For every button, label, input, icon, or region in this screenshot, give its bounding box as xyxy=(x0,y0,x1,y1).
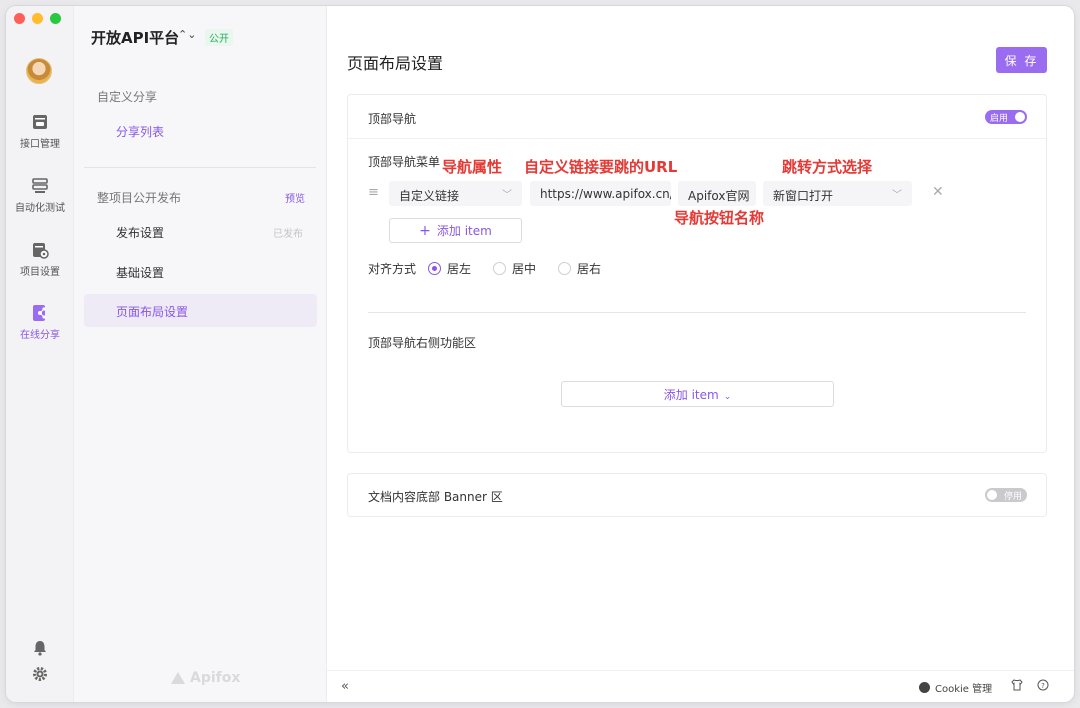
public-badge: 公开 xyxy=(205,29,233,46)
rail-item-project-settings[interactable]: 项目设置 xyxy=(6,241,74,278)
shirt-icon[interactable] xyxy=(1011,679,1023,694)
align-option-left[interactable]: 居左 xyxy=(428,260,471,277)
plus-icon: + xyxy=(419,223,431,239)
right-area-title: 顶部导航右侧功能区 xyxy=(368,336,477,350)
chevron-down-icon: ﹀ xyxy=(502,190,512,201)
annotation-custom-link: 自定义链接要跳的URL xyxy=(524,158,678,176)
add-item-label: 添加 item xyxy=(663,387,719,402)
window-controls xyxy=(14,13,61,24)
project-switch-icon[interactable]: ⌃⌄ xyxy=(178,28,196,41)
svg-text:?: ? xyxy=(1041,682,1045,690)
toggle-label: 启用 xyxy=(990,114,1009,124)
nav-item-url-input[interactable]: https://www.apifox.cn/ xyxy=(530,181,671,206)
online-share-icon xyxy=(33,305,46,321)
radio-button[interactable] xyxy=(558,262,572,275)
apifox-logo: Apifox xyxy=(170,670,240,686)
published-badge: 已发布 xyxy=(273,229,303,240)
add-item-label: 添加 item xyxy=(436,224,492,238)
bell-icon[interactable] xyxy=(31,639,49,657)
section-custom-share: 自定义分享 xyxy=(97,90,158,104)
project-title[interactable]: 开放API平台 xyxy=(91,27,179,48)
section-publish: 整项目公开发布 xyxy=(97,191,182,205)
nav-item-share-list[interactable]: 分享列表 xyxy=(116,123,164,140)
nav-item-open-mode-select[interactable]: 新窗口打开 ﹀ xyxy=(763,181,912,206)
drag-handle-icon[interactable]: ≡ xyxy=(368,185,379,200)
chevron-down-icon: ﹀ xyxy=(892,190,902,201)
nav-item-type-select[interactable]: 自定义链接 ﹀ xyxy=(389,181,522,206)
nav-item-publish-settings[interactable]: 发布设置 xyxy=(116,224,164,241)
card-divider xyxy=(348,138,1046,139)
cookie-label: Cookie 管理 xyxy=(935,684,993,695)
rail-label: 在线分享 xyxy=(20,330,60,341)
banner-toggle[interactable]: 停用 xyxy=(985,488,1027,502)
add-item-button[interactable]: + 添加 item xyxy=(389,218,522,243)
align-radio-group: 居左 居中 居右 xyxy=(428,260,623,277)
page-title: 页面布局设置 xyxy=(347,54,444,73)
close-window-button[interactable] xyxy=(14,13,25,24)
side-nav: 开放API平台 ⌃⌄ 公开 自定义分享 分享列表 整项目公开发布 预览 发布设置… xyxy=(74,6,327,702)
right-add-item-button[interactable]: 添加 item ⌄ xyxy=(561,381,834,407)
gear-icon[interactable] xyxy=(31,665,49,683)
rail-label: 项目设置 xyxy=(20,267,60,278)
top-nav-menu-label: 顶部导航菜单 xyxy=(368,155,441,169)
radio-label: 居右 xyxy=(577,262,602,276)
toggle-label: 停用 xyxy=(1003,492,1022,502)
save-button[interactable]: 保 存 xyxy=(996,47,1047,73)
close-icon[interactable]: ✕ xyxy=(932,184,944,200)
api-management-icon xyxy=(33,115,47,129)
top-nav-title: 顶部导航 xyxy=(368,112,417,126)
annotation-nav-button-name: 导航按钮名称 xyxy=(674,209,765,227)
banner-title: 文档内容底部 Banner 区 xyxy=(368,490,503,504)
rail-item-api-management[interactable]: 接口管理 xyxy=(6,113,74,150)
nav-divider xyxy=(84,167,316,168)
rail-label: 接口管理 xyxy=(20,139,60,150)
avatar[interactable] xyxy=(26,58,52,84)
rail-item-automation-test[interactable]: 自动化测试 xyxy=(6,177,74,214)
section-divider xyxy=(368,312,1026,313)
bottom-bar: « Cookie 管理 ? xyxy=(327,670,1074,702)
project-settings-icon xyxy=(33,243,49,259)
cookie-manager-button[interactable]: Cookie 管理 xyxy=(919,680,992,695)
align-option-center[interactable]: 居中 xyxy=(493,260,536,277)
zoom-window-button[interactable] xyxy=(50,13,61,24)
select-value: 新窗口打开 xyxy=(773,189,834,203)
align-label: 对齐方式 xyxy=(368,262,417,276)
annotation-jump-mode: 跳转方式选择 xyxy=(782,158,873,176)
automation-test-icon xyxy=(32,178,48,193)
select-value: 自定义链接 xyxy=(399,189,460,203)
logo-text: Apifox xyxy=(190,670,241,686)
app-window: 接口管理 自动化测试 项目设置 在线分享 开放API平台 ⌃⌄ 公开 自定义分享… xyxy=(6,6,1074,702)
minimize-window-button[interactable] xyxy=(32,13,43,24)
annotation-nav-attr: 导航属性 xyxy=(442,158,503,176)
toggle-knob xyxy=(1015,112,1025,122)
nav-item-name-input[interactable]: Apifox官网 xyxy=(678,181,756,206)
help-icon[interactable]: ? xyxy=(1037,679,1049,694)
radio-button[interactable] xyxy=(428,262,441,275)
chevron-down-icon: ⌄ xyxy=(723,391,732,402)
banner-card: 文档内容底部 Banner 区 停用 xyxy=(347,473,1047,517)
top-nav-card: 顶部导航 启用 顶部导航菜单 ≡ 自定义链接 ﹀ https://www.api… xyxy=(347,94,1047,453)
radio-button[interactable] xyxy=(493,262,507,275)
toggle-knob xyxy=(987,490,997,500)
preview-link[interactable]: 预览 xyxy=(285,190,305,205)
rail-item-online-share[interactable]: 在线分享 xyxy=(6,304,74,341)
nav-item-basic-settings[interactable]: 基础设置 xyxy=(116,264,164,281)
top-nav-toggle[interactable]: 启用 xyxy=(985,110,1027,124)
collapse-sidebar-icon[interactable]: « xyxy=(341,679,349,694)
apifox-logo-icon xyxy=(171,672,185,684)
icon-rail: 接口管理 自动化测试 项目设置 在线分享 xyxy=(6,6,74,702)
radio-label: 居左 xyxy=(447,262,472,276)
nav-item-page-layout-settings[interactable]: 页面布局设置 xyxy=(84,294,317,327)
rail-label: 自动化测试 xyxy=(15,203,65,214)
main-content: 页面布局设置 保 存 顶部导航 启用 顶部导航菜单 ≡ 自定义链接 ﹀ http… xyxy=(327,6,1074,702)
radio-label: 居中 xyxy=(512,262,537,276)
align-option-right[interactable]: 居右 xyxy=(558,260,601,277)
cookie-icon xyxy=(919,682,930,693)
nav-item-label: 页面布局设置 xyxy=(116,305,189,319)
